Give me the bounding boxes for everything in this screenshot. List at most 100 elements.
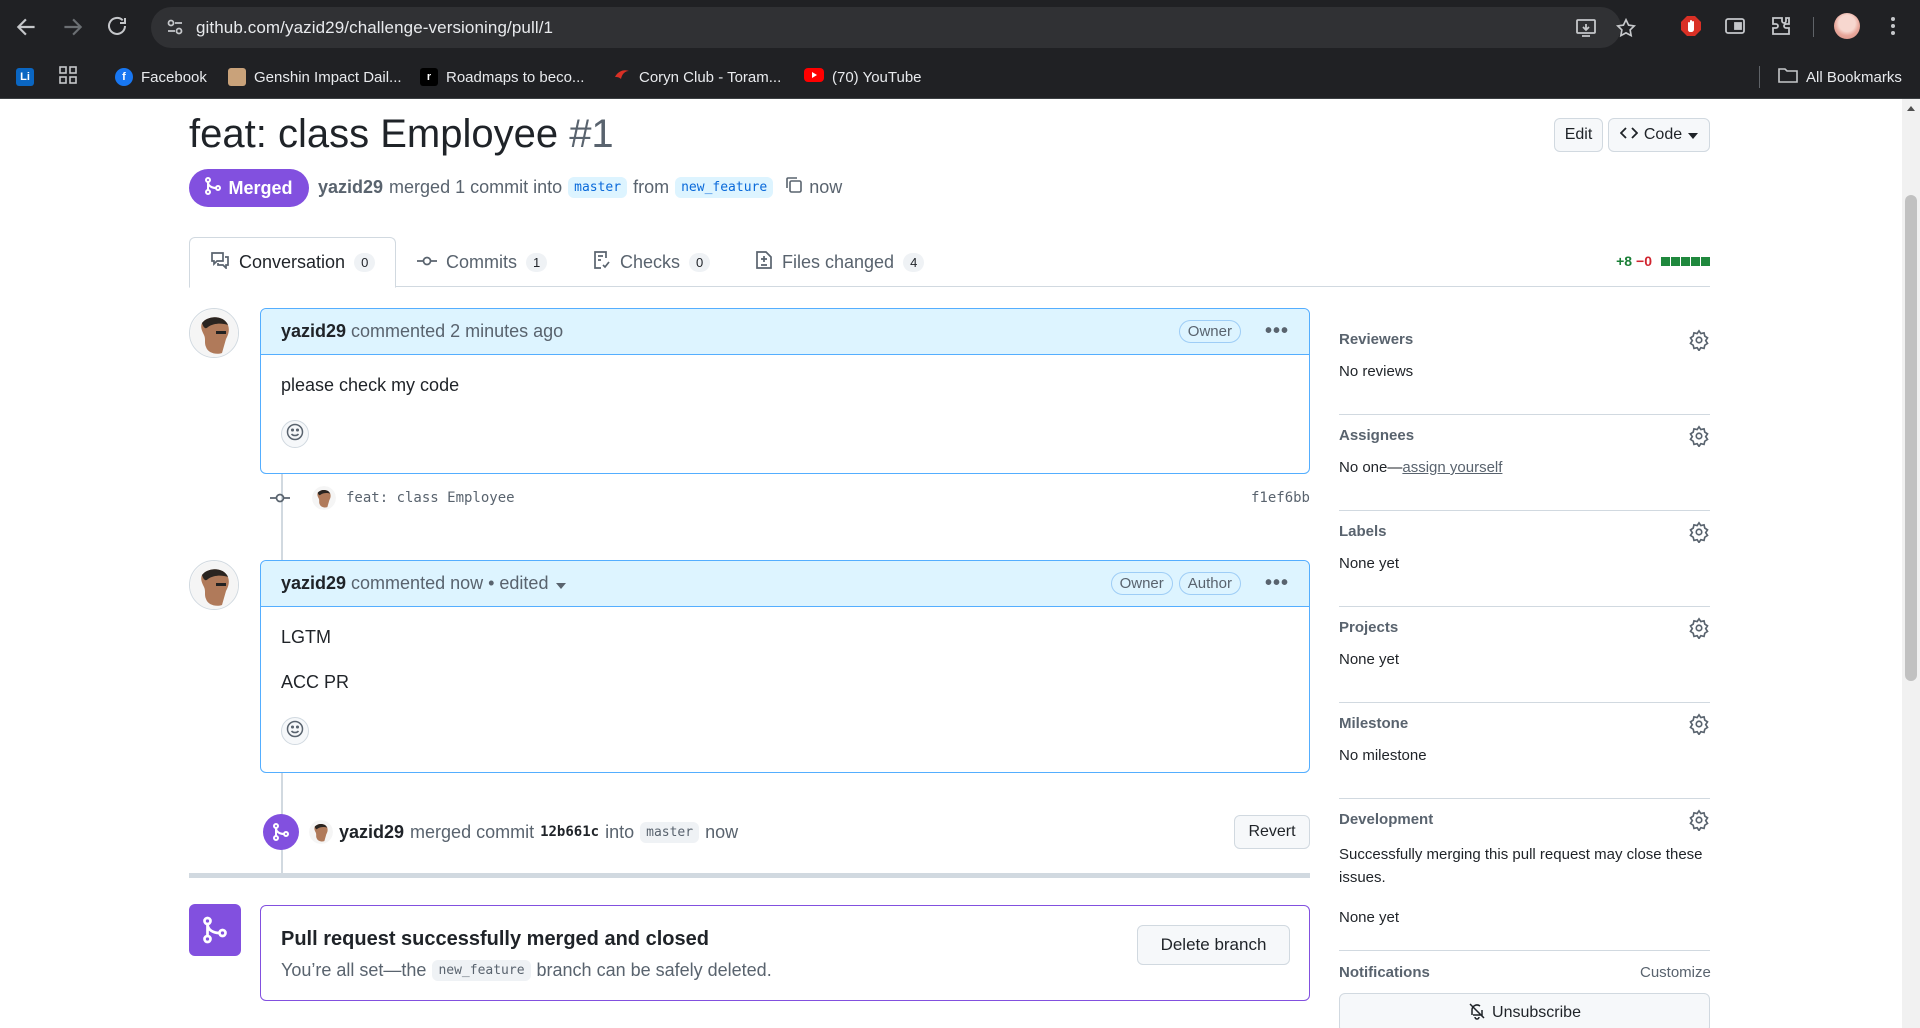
- bookmark-star-icon[interactable]: [1615, 17, 1637, 39]
- scrollbar-thumb[interactable]: [1905, 195, 1917, 681]
- sidebar-value: No reviews: [1339, 363, 1414, 380]
- side-panel-icon[interactable]: [1723, 14, 1747, 38]
- base-branch[interactable]: master: [568, 177, 628, 198]
- merge-branch[interactable]: master: [640, 821, 700, 843]
- chevron-down-icon[interactable]: [556, 573, 567, 594]
- merge-author[interactable]: yazid29: [339, 822, 404, 843]
- kebab-menu-icon[interactable]: •••: [1265, 572, 1289, 595]
- diff-square: [1701, 256, 1710, 266]
- bookmark-linkedin[interactable]: Li: [16, 66, 34, 88]
- roadmap-icon: r: [420, 68, 438, 86]
- bookmark-label: (70) YouTube: [832, 68, 922, 86]
- profile-avatar[interactable]: [1834, 13, 1860, 39]
- avatar[interactable]: [189, 560, 239, 610]
- tab-label: Conversation: [239, 252, 346, 272]
- commit-message[interactable]: feat: class Employee: [346, 490, 515, 506]
- notifications-heading: Notifications: [1339, 964, 1430, 981]
- bookmark-roadmaps[interactable]: r Roadmaps to beco...: [420, 66, 584, 88]
- back-icon[interactable]: [14, 14, 40, 40]
- comment-body: please check my code: [261, 355, 1309, 468]
- head-branch[interactable]: new_feature: [675, 177, 774, 198]
- pr-author[interactable]: yazid29: [318, 177, 383, 198]
- sidebar-projects: Projects None yet: [1339, 607, 1710, 703]
- page-scrollbar[interactable]: [1902, 99, 1920, 1028]
- adblock-extension-icon[interactable]: [1679, 14, 1703, 38]
- merge-event: yazid29 merged commit 12b661c into maste…: [263, 812, 1310, 852]
- all-bookmarks[interactable]: All Bookmarks: [1759, 66, 1902, 88]
- url-text[interactable]: github.com/yazid29/challenge-versioning/…: [196, 18, 553, 38]
- bookmark-coryn[interactable]: Coryn Club - Toram...: [613, 66, 781, 88]
- gear-icon[interactable]: [1688, 425, 1710, 448]
- tab-files-changed[interactable]: Files changed 4: [735, 237, 944, 287]
- commit-icon: [270, 490, 290, 506]
- menu-dots-icon[interactable]: [1881, 14, 1905, 38]
- gear-icon[interactable]: [1688, 521, 1710, 544]
- commit-sha[interactable]: f1ef6bb: [1251, 490, 1310, 506]
- bookmark-genshin[interactable]: Genshin Impact Dail...: [228, 66, 402, 88]
- comment-text: please check my code: [281, 375, 460, 395]
- merge-text: merged commit: [410, 821, 535, 842]
- customize-link[interactable]: Customize: [1640, 964, 1711, 981]
- sidebar-value: No milestone: [1339, 747, 1427, 764]
- sidebar-heading: Labels: [1339, 523, 1387, 540]
- assign-yourself-link[interactable]: assign yourself: [1402, 459, 1502, 476]
- comment-author[interactable]: yazid29: [281, 321, 346, 342]
- comment-header: yazid29 commented now • edited Owner Aut…: [261, 561, 1309, 607]
- merge-sha[interactable]: 12b661c: [540, 824, 599, 840]
- comment-meta: commented 2 minutes ago: [351, 321, 564, 341]
- gear-icon[interactable]: [1688, 329, 1710, 352]
- tab-counter: 0: [689, 252, 711, 272]
- assignees-value: No one—: [1339, 459, 1403, 476]
- gear-icon[interactable]: [1688, 809, 1710, 832]
- scroll-up-icon[interactable]: [1907, 106, 1915, 111]
- bookmark-facebook[interactable]: f Facebook: [115, 66, 207, 88]
- add-reaction-button[interactable]: [281, 717, 309, 745]
- code-button[interactable]: Code: [1608, 118, 1710, 152]
- site-settings-icon[interactable]: [165, 17, 185, 37]
- tab-commits[interactable]: Commits 1: [397, 237, 567, 287]
- avatar[interactable]: [312, 486, 336, 510]
- merged-branch[interactable]: new_feature: [432, 960, 531, 981]
- forward-icon[interactable]: [59, 14, 85, 40]
- merged-text: merged 1 commit into: [389, 177, 563, 197]
- tab-conversation[interactable]: Conversation 0: [189, 237, 397, 288]
- youtube-icon: [804, 68, 824, 86]
- comment-meta[interactable]: commented now • edited: [351, 573, 548, 594]
- copy-icon[interactable]: [785, 176, 803, 199]
- edit-button[interactable]: Edit: [1554, 118, 1603, 152]
- unsubscribe-button[interactable]: Unsubscribe: [1339, 993, 1710, 1028]
- revert-button[interactable]: Revert: [1234, 815, 1310, 849]
- code-icon: [1619, 126, 1639, 145]
- reload-icon[interactable]: [104, 14, 130, 40]
- pr-number: #1: [569, 112, 614, 156]
- checklist-icon: [593, 250, 611, 275]
- gear-icon[interactable]: [1688, 713, 1710, 736]
- linkedin-icon: Li: [16, 68, 34, 86]
- genshin-icon: [228, 68, 246, 86]
- avatar[interactable]: [189, 308, 239, 358]
- add-reaction-button[interactable]: [281, 420, 309, 448]
- install-app-icon[interactable]: [1575, 17, 1597, 39]
- avatar[interactable]: [309, 820, 333, 844]
- bookmark-youtube[interactable]: (70) YouTube: [804, 66, 922, 88]
- extensions-icon[interactable]: [1769, 14, 1793, 38]
- comment-author[interactable]: yazid29: [281, 573, 346, 594]
- chevron-down-icon: [1688, 126, 1699, 144]
- sidebar-value: None yet: [1339, 651, 1400, 668]
- kebab-menu-icon[interactable]: •••: [1265, 320, 1289, 343]
- sidebar-labels: Labels None yet: [1339, 511, 1710, 607]
- bookmark-apps[interactable]: [59, 66, 77, 88]
- gear-icon[interactable]: [1688, 617, 1710, 640]
- diff-square: [1691, 256, 1700, 266]
- merged-status-box: Pull request successfully merged and clo…: [260, 905, 1310, 1001]
- merged-status-title: Pull request successfully merged and clo…: [281, 928, 709, 950]
- comment-discussion-icon: [210, 251, 230, 274]
- smiley-icon: [286, 720, 304, 743]
- from-text: from: [633, 177, 670, 197]
- browser-toolbar: github.com/yazid29/challenge-versioning/…: [0, 0, 1920, 55]
- comment-card: yazid29 commented 2 minutes ago Owner ••…: [260, 308, 1310, 474]
- address-bar[interactable]: github.com/yazid29/challenge-versioning/…: [151, 7, 1637, 48]
- tab-checks[interactable]: Checks 0: [573, 237, 730, 287]
- bookmark-label: Genshin Impact Dail...: [254, 68, 402, 86]
- delete-branch-button[interactable]: Delete branch: [1137, 925, 1290, 965]
